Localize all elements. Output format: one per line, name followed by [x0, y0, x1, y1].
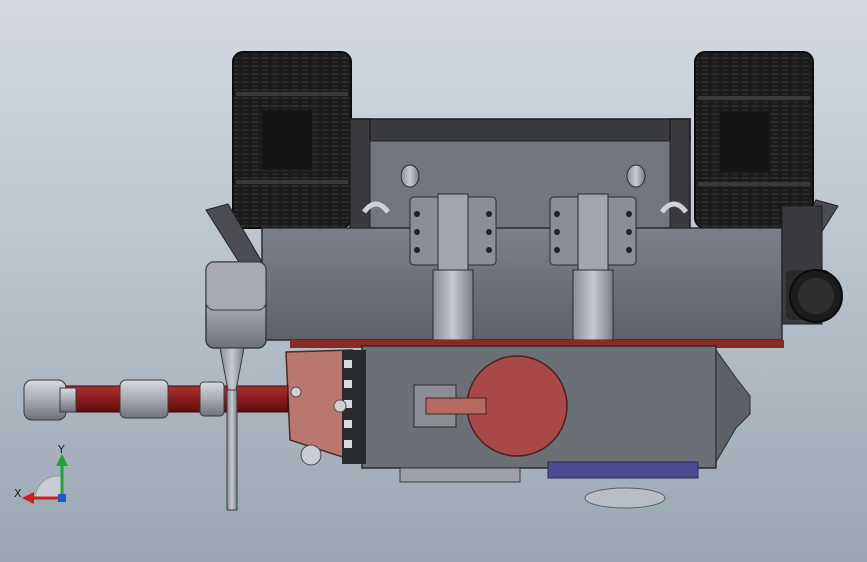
x-axis-label: X: [14, 487, 22, 500]
small-idler-wheel[interactable]: [300, 444, 322, 466]
right-tire[interactable]: [694, 51, 814, 229]
vertical-probe[interactable]: [219, 347, 245, 511]
top-frame-bracket[interactable]: [349, 118, 691, 230]
coordinate-axes-icon: Y X: [14, 443, 68, 504]
cad-graphics-area[interactable]: Y X: [0, 0, 867, 562]
y-axis-label: Y: [57, 443, 65, 456]
left-mount-bracket[interactable]: [205, 261, 267, 349]
drive-shaft[interactable]: [59, 379, 289, 419]
main-chassis-box[interactable]: [261, 227, 783, 341]
left-tire[interactable]: [232, 51, 352, 229]
right-knob[interactable]: [786, 269, 843, 323]
copper-plate[interactable]: [285, 349, 366, 464]
assembly-model-view[interactable]: Y X: [0, 0, 867, 562]
